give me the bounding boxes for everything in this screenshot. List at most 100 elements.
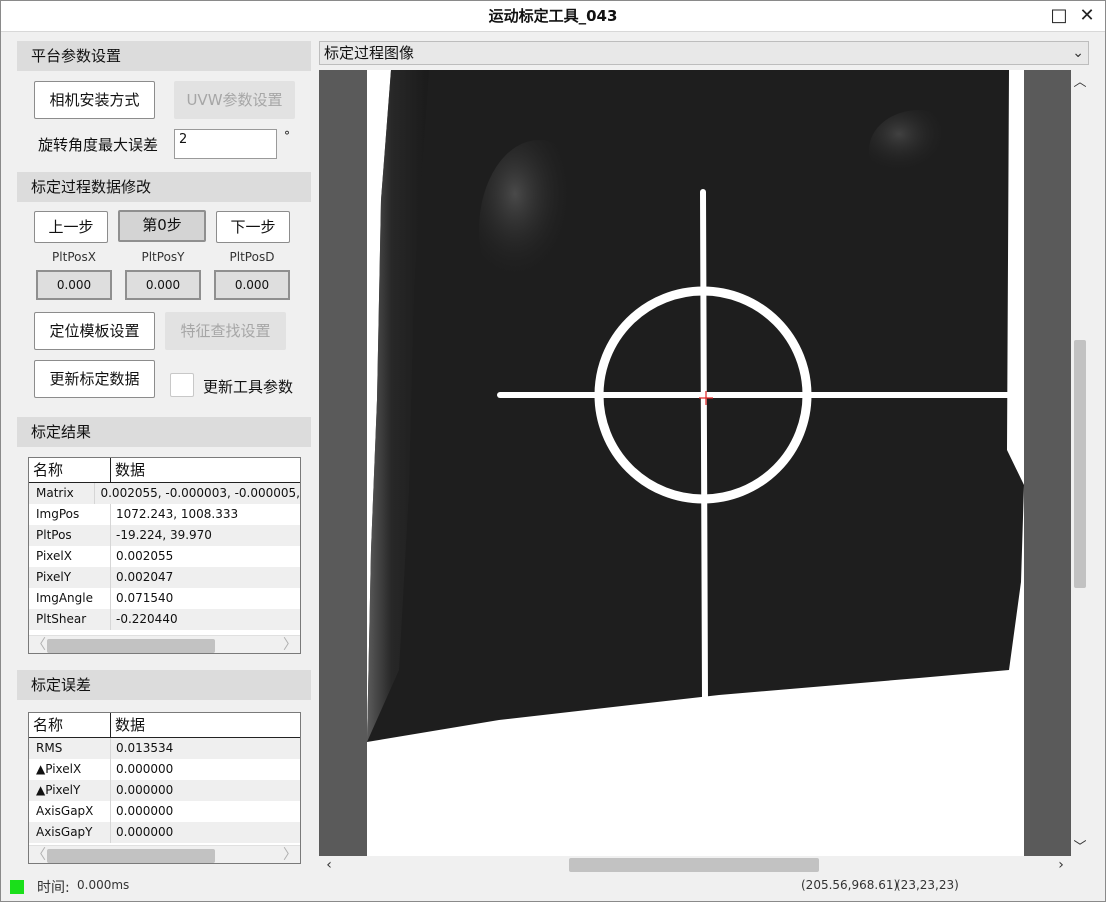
update-tool-checkbox[interactable] (170, 373, 194, 397)
row-name: ImgPos (29, 504, 111, 525)
locate-template-button[interactable]: 定位模板设置 (34, 312, 155, 350)
current-step-button[interactable]: 第0步 (118, 210, 206, 242)
plt-pos-x-field[interactable]: 0.000 (36, 270, 112, 300)
table-row[interactable]: AxisGapX 0.000000 (29, 801, 300, 822)
scroll-right-icon[interactable]: 〉 (282, 846, 298, 863)
error-table-header: 名称 数据 (29, 713, 300, 738)
row-name: ImgAngle (29, 588, 111, 609)
update-tool-label: 更新工具参数 (203, 378, 294, 396)
table-row[interactable]: PltPos -19.224, 39.970 (29, 525, 300, 546)
error-table-scrollbar[interactable]: 〈 〉 (29, 845, 300, 863)
time-value: 0.000ms (77, 878, 130, 892)
max-angle-error-input[interactable]: 2 (174, 129, 277, 159)
table-row[interactable]: PixelY 0.002047 (29, 567, 300, 588)
table-row[interactable]: PltShear -0.220440 (29, 609, 300, 630)
scrollbar-thumb[interactable] (1074, 340, 1086, 588)
result-table: 名称 数据 Matrix 0.002055, -0.000003, -0.0000… (28, 457, 301, 654)
image-viewer[interactable] (319, 70, 1071, 856)
table-row[interactable]: RMS 0.013534 (29, 738, 300, 759)
max-angle-error-label: 旋转角度最大误差 (38, 136, 159, 154)
plt-pos-d-field[interactable]: 0.000 (214, 270, 290, 300)
row-value: 0.002055 (116, 549, 174, 563)
row-value: -19.224, 39.970 (116, 528, 212, 542)
row-value: 1072.243, 1008.333 (116, 507, 239, 521)
scroll-left-icon[interactable]: 〈 (31, 846, 47, 863)
row-value: 0.000000 (116, 804, 174, 818)
image-selector-dropdown[interactable]: 标定过程图像 ⌄ (319, 41, 1089, 65)
sample-highlight (869, 110, 969, 190)
time-label: 时间: (37, 880, 70, 896)
update-calib-data-button[interactable]: 更新标定数据 (34, 360, 155, 398)
plt-pos-d-label: PltPosD (229, 250, 275, 264)
error-table: 名称 数据 RMS 0.013534 ▲PixelX 0.000000 ▲Pixel… (28, 712, 301, 864)
next-step-button[interactable]: 下一步 (216, 211, 290, 243)
process-section-header: 标定过程数据修改 (17, 172, 311, 202)
scroll-up-icon[interactable]: ︿ (1071, 71, 1089, 90)
row-value: 0.002055, -0.000003, -0.000005, (100, 486, 300, 500)
plt-pos-x-label: PltPosX (52, 250, 96, 264)
close-icon[interactable]: ✕ (1076, 5, 1098, 27)
scrollbar-thumb[interactable] (47, 849, 215, 863)
row-name: PixelY (29, 567, 111, 588)
prev-step-button[interactable]: 上一步 (34, 211, 108, 243)
camera-mount-button[interactable]: 相机安装方式 (34, 81, 155, 119)
row-value: 0.000000 (116, 825, 174, 839)
result-table-scrollbar[interactable]: 〈 〉 (29, 635, 300, 653)
row-name: Matrix (29, 483, 96, 504)
table-row[interactable]: PixelX 0.002055 (29, 546, 300, 567)
image-selector-value: 标定过程图像 (324, 44, 415, 62)
window-title: 运动标定工具_043 (488, 7, 618, 25)
result-section-header: 标定结果 (17, 417, 311, 447)
table-row[interactable]: ImgAngle 0.071540 (29, 588, 300, 609)
platform-section-header: 平台参数设置 (17, 41, 311, 71)
error-section-header: 标定误差 (17, 670, 311, 700)
row-name: ▲PixelX (29, 759, 111, 780)
row-name: PixelX (29, 546, 111, 567)
maximize-icon[interactable]: □ (1048, 5, 1070, 27)
row-value: 0.013534 (116, 741, 174, 755)
scrollbar-thumb[interactable] (569, 858, 819, 872)
pixel-rgb: (23,23,23) (896, 878, 959, 892)
sample-highlight (479, 140, 599, 320)
chevron-down-icon[interactable]: ⌄ (1072, 42, 1084, 64)
main-window: 运动标定工具_043 □ ✕ 平台参数设置 相机安装方式 UVW参数设置 旋转角… (0, 0, 1106, 902)
title-bar: 运动标定工具_043 □ ✕ (1, 1, 1105, 32)
row-name: ▲PixelY (29, 780, 111, 801)
row-name: PltShear (29, 609, 111, 630)
row-name: PltPos (29, 525, 111, 546)
col-data-header[interactable]: 数据 (111, 458, 145, 482)
table-row[interactable]: ▲PixelY 0.000000 (29, 780, 300, 801)
plt-pos-y-field[interactable]: 0.000 (125, 270, 201, 300)
row-value: -0.220440 (116, 612, 178, 626)
col-name-header[interactable]: 名称 (29, 713, 111, 737)
table-row[interactable]: ▲PixelX 0.000000 (29, 759, 300, 780)
row-name: AxisGapX (29, 801, 111, 822)
status-indicator (10, 880, 24, 894)
scroll-right-icon[interactable]: 〉 (282, 636, 298, 653)
scroll-right-icon[interactable]: › (1053, 856, 1069, 874)
result-table-header: 名称 数据 (29, 458, 300, 483)
viewer-horizontal-scrollbar[interactable]: ‹ › (319, 856, 1071, 874)
uvw-params-button[interactable]: UVW参数设置 (174, 81, 295, 119)
table-row[interactable]: AxisGapY 0.000000 (29, 822, 300, 843)
feature-search-button[interactable]: 特征查找设置 (165, 312, 286, 350)
degree-unit: ° (284, 129, 290, 143)
crosshair-vertical (700, 189, 708, 703)
scroll-left-icon[interactable]: 〈 (31, 636, 47, 653)
col-name-header[interactable]: 名称 (29, 458, 111, 482)
table-row[interactable]: ImgPos 1072.243, 1008.333 (29, 504, 300, 525)
row-value: 0.000000 (116, 783, 174, 797)
col-data-header[interactable]: 数据 (111, 713, 145, 737)
table-row[interactable]: Matrix 0.002055, -0.000003, -0.000005, (29, 483, 300, 504)
row-value: 0.002047 (116, 570, 174, 584)
scroll-left-icon[interactable]: ‹ (321, 856, 337, 874)
row-name: AxisGapY (29, 822, 111, 843)
scroll-down-icon[interactable]: ﹀ (1071, 836, 1089, 855)
row-value: 0.000000 (116, 762, 174, 776)
calibration-image (367, 70, 1024, 856)
viewer-vertical-scrollbar[interactable]: ︿ ﹀ (1071, 70, 1089, 856)
row-name: RMS (29, 738, 111, 759)
cursor-coords: (205.56,968.61) (801, 878, 899, 892)
scrollbar-thumb[interactable] (47, 639, 215, 653)
row-value: 0.071540 (116, 591, 174, 605)
